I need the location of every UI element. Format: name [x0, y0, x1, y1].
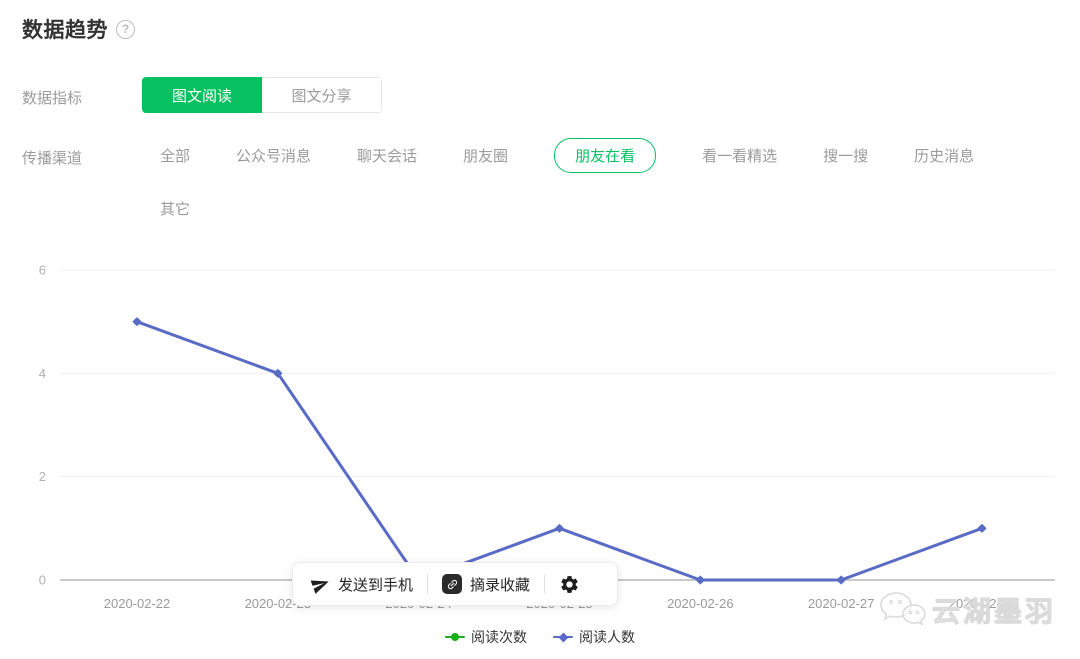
- circle-marker-icon: [445, 631, 465, 643]
- metric-tab[interactable]: 图文分享: [262, 77, 382, 113]
- metric-filter-label: 数据指标: [22, 87, 82, 108]
- send-icon: [311, 575, 330, 594]
- send-to-phone-label: 发送到手机: [338, 574, 413, 595]
- channel-item[interactable]: 朋友圈: [463, 145, 508, 166]
- toolbar-divider: [544, 574, 545, 594]
- clip-favorite-label: 摘录收藏: [470, 574, 530, 595]
- overlay-toolbar: 发送到手机 摘录收藏: [292, 562, 618, 606]
- send-to-phone-button[interactable]: 发送到手机: [311, 574, 413, 595]
- chart-legend: 阅读次数 阅读人数: [0, 627, 1080, 647]
- diamond-marker-icon: [553, 631, 573, 643]
- clip-favorite-button[interactable]: 摘录收藏: [442, 574, 530, 595]
- svg-text:2: 2: [39, 469, 46, 484]
- channel-item[interactable]: 其它: [160, 198, 190, 219]
- page-title: 数据趋势: [22, 14, 108, 44]
- legend-label: 阅读次数: [471, 627, 527, 647]
- svg-text:0: 0: [39, 573, 46, 588]
- channel-item[interactable]: 公众号消息: [236, 145, 311, 166]
- channel-row: 全部 公众号消息 聊天会话 朋友圈 朋友在看 看一看精选 搜一搜 历史消息: [160, 135, 974, 175]
- help-icon[interactable]: ?: [116, 20, 135, 39]
- legend-item[interactable]: 阅读次数: [445, 627, 527, 647]
- channel-filter-label: 传播渠道: [22, 147, 82, 168]
- gear-icon: [559, 574, 580, 595]
- svg-text:2020-02-26: 2020-02-26: [667, 596, 734, 611]
- toolbar-divider: [427, 574, 428, 594]
- page-header: 数据趋势 ?: [22, 14, 135, 44]
- svg-text:2020-02-27: 2020-02-27: [808, 596, 875, 611]
- channel-item[interactable]: 全部: [160, 145, 190, 166]
- svg-text:4: 4: [39, 366, 46, 381]
- svg-text:2020-02-28: 2020-02-28: [949, 596, 1016, 611]
- svg-text:2020-02-22: 2020-02-22: [104, 596, 171, 611]
- channel-item[interactable]: 搜一搜: [823, 145, 868, 166]
- svg-text:6: 6: [39, 263, 46, 278]
- channel-item[interactable]: 看一看精选: [702, 145, 777, 166]
- channel-row: 其它: [160, 188, 190, 228]
- channel-item[interactable]: 朋友在看: [554, 138, 656, 173]
- settings-button[interactable]: [559, 574, 580, 595]
- metric-tab[interactable]: 图文阅读: [142, 77, 262, 113]
- link-icon: [442, 574, 462, 594]
- channel-item[interactable]: 历史消息: [914, 145, 974, 166]
- legend-item[interactable]: 阅读人数: [553, 627, 635, 647]
- legend-label: 阅读人数: [579, 627, 635, 647]
- metric-tab-group: 图文阅读图文分享: [142, 77, 382, 113]
- channel-item[interactable]: 聊天会话: [357, 145, 417, 166]
